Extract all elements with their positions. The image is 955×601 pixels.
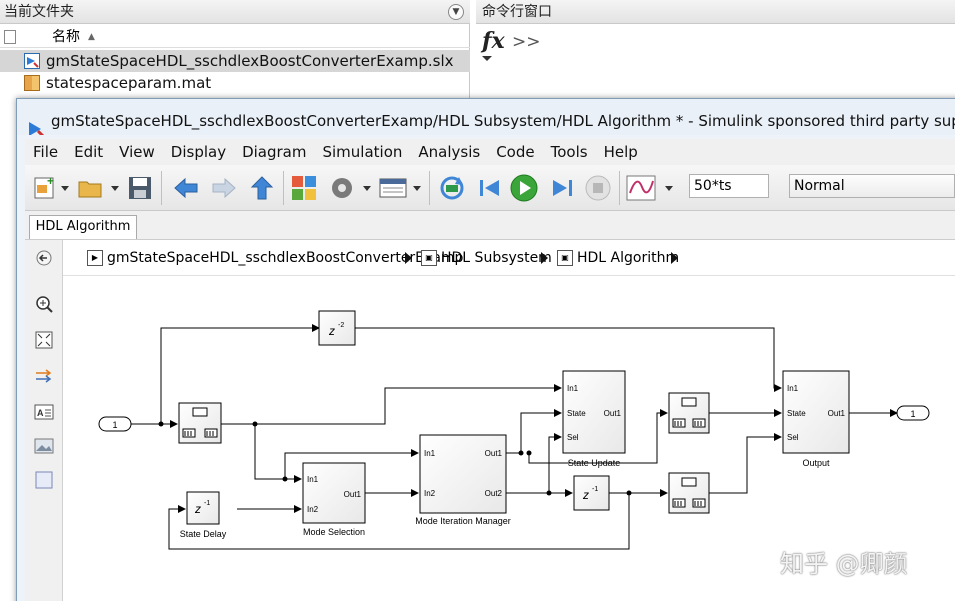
svg-text:-2: -2 <box>338 322 344 329</box>
output-block[interactable]: In1 State Sel Out1 Output <box>782 370 850 468</box>
svg-text:In1: In1 <box>567 384 579 393</box>
svg-text:In2: In2 <box>424 489 436 498</box>
watermark-text: 知乎 @卿颜 <box>780 550 908 578</box>
delay-block-z2[interactable]: z -2 <box>318 310 356 346</box>
sort-asc-icon: ▲ <box>88 32 95 42</box>
signal-lines <box>131 324 898 550</box>
svg-text:Out1: Out1 <box>485 449 503 458</box>
rate-transition-block[interactable] <box>668 472 710 514</box>
column-name-label: 名称 <box>52 29 80 45</box>
outport-1[interactable]: 1 <box>896 405 930 421</box>
file-type-icon <box>4 30 16 44</box>
inport-1[interactable]: 1 <box>98 416 132 432</box>
state-update-label: State Update <box>568 458 621 468</box>
svg-text:z: z <box>328 324 335 338</box>
simulink-model-icon <box>24 53 40 69</box>
svg-text:Out1: Out1 <box>828 409 846 418</box>
branch-points <box>158 421 632 496</box>
svg-text:Out1: Out1 <box>344 490 362 499</box>
delay-block-z1[interactable]: z -1 <box>573 475 610 511</box>
svg-text:Sel: Sel <box>787 433 799 442</box>
svg-text:Out2: Out2 <box>485 489 503 498</box>
command-prompt[interactable]: >> <box>512 32 541 52</box>
file-row-slx[interactable]: gmStateSpaceHDL_sschdlexBoostConverterEx… <box>0 50 470 72</box>
screen: 当前文件夹 ▼ 名称 ▲ gmStateSpaceHDL_sschdlexBoo… <box>0 0 955 601</box>
mode-iteration-label: Mode Iteration Manager <box>415 516 511 526</box>
mode-selection-block[interactable]: In1 In2 Out1 Mode Selection <box>302 462 366 537</box>
fx-dropdown-icon[interactable] <box>482 56 492 61</box>
mode-selection-label: Mode Selection <box>303 527 365 537</box>
svg-text:In1: In1 <box>307 475 319 484</box>
command-window-header: 命令行窗口 <box>476 0 955 24</box>
file-row-mat[interactable]: statespaceparam.mat <box>0 72 470 94</box>
svg-text:State: State <box>787 409 806 418</box>
chevron-down-icon[interactable]: ▼ <box>448 4 464 20</box>
state-update-block[interactable]: In1 State Sel Out1 State Update <box>562 370 626 468</box>
file-list-header[interactable]: 名称 ▲ <box>0 26 470 48</box>
mode-iteration-manager-block[interactable]: In1 In2 Out1 Out2 Mode Iteration Manager <box>415 434 511 526</box>
file-name-slx: gmStateSpaceHDL_sschdlexBoostConverterEx… <box>46 52 454 70</box>
file-name-mat: statespaceparam.mat <box>46 74 212 92</box>
svg-text:1: 1 <box>910 409 915 419</box>
current-folder-panel: 当前文件夹 ▼ 名称 ▲ gmStateSpaceHDL_sschdlexBoo… <box>0 0 470 100</box>
svg-text:z: z <box>582 488 589 502</box>
rate-transition-block[interactable] <box>668 392 710 434</box>
output-label: Output <box>802 458 830 468</box>
state-delay-label: State Delay <box>180 529 227 539</box>
mat-file-icon <box>24 75 40 91</box>
svg-text:z: z <box>194 502 201 516</box>
command-window-panel: 命令行窗口 fx >> <box>476 0 955 100</box>
current-folder-header: 当前文件夹 ▼ <box>0 0 470 24</box>
command-window-title: 命令行窗口 <box>482 4 552 20</box>
fx-icon[interactable]: fx <box>482 28 505 54</box>
simulink-window: gmStateSpaceHDL_sschdlexBoostConverterEx… <box>16 98 955 601</box>
svg-text:-1: -1 <box>204 500 210 507</box>
svg-text:Out1: Out1 <box>604 409 622 418</box>
svg-text:Sel: Sel <box>567 433 579 442</box>
svg-text:In2: In2 <box>307 505 319 514</box>
svg-text:In1: In1 <box>424 449 436 458</box>
svg-text:-1: -1 <box>592 486 598 493</box>
svg-text:1: 1 <box>112 420 117 430</box>
current-folder-title: 当前文件夹 <box>4 4 74 20</box>
state-delay-block[interactable]: z -1 State Delay <box>180 491 227 539</box>
rate-transition-block[interactable] <box>178 402 222 444</box>
svg-text:State: State <box>567 409 586 418</box>
svg-text:In1: In1 <box>787 384 799 393</box>
block-diagram: 1 1 z -2 z -1 State Delay In1 In2 Out1 M… <box>98 310 930 550</box>
